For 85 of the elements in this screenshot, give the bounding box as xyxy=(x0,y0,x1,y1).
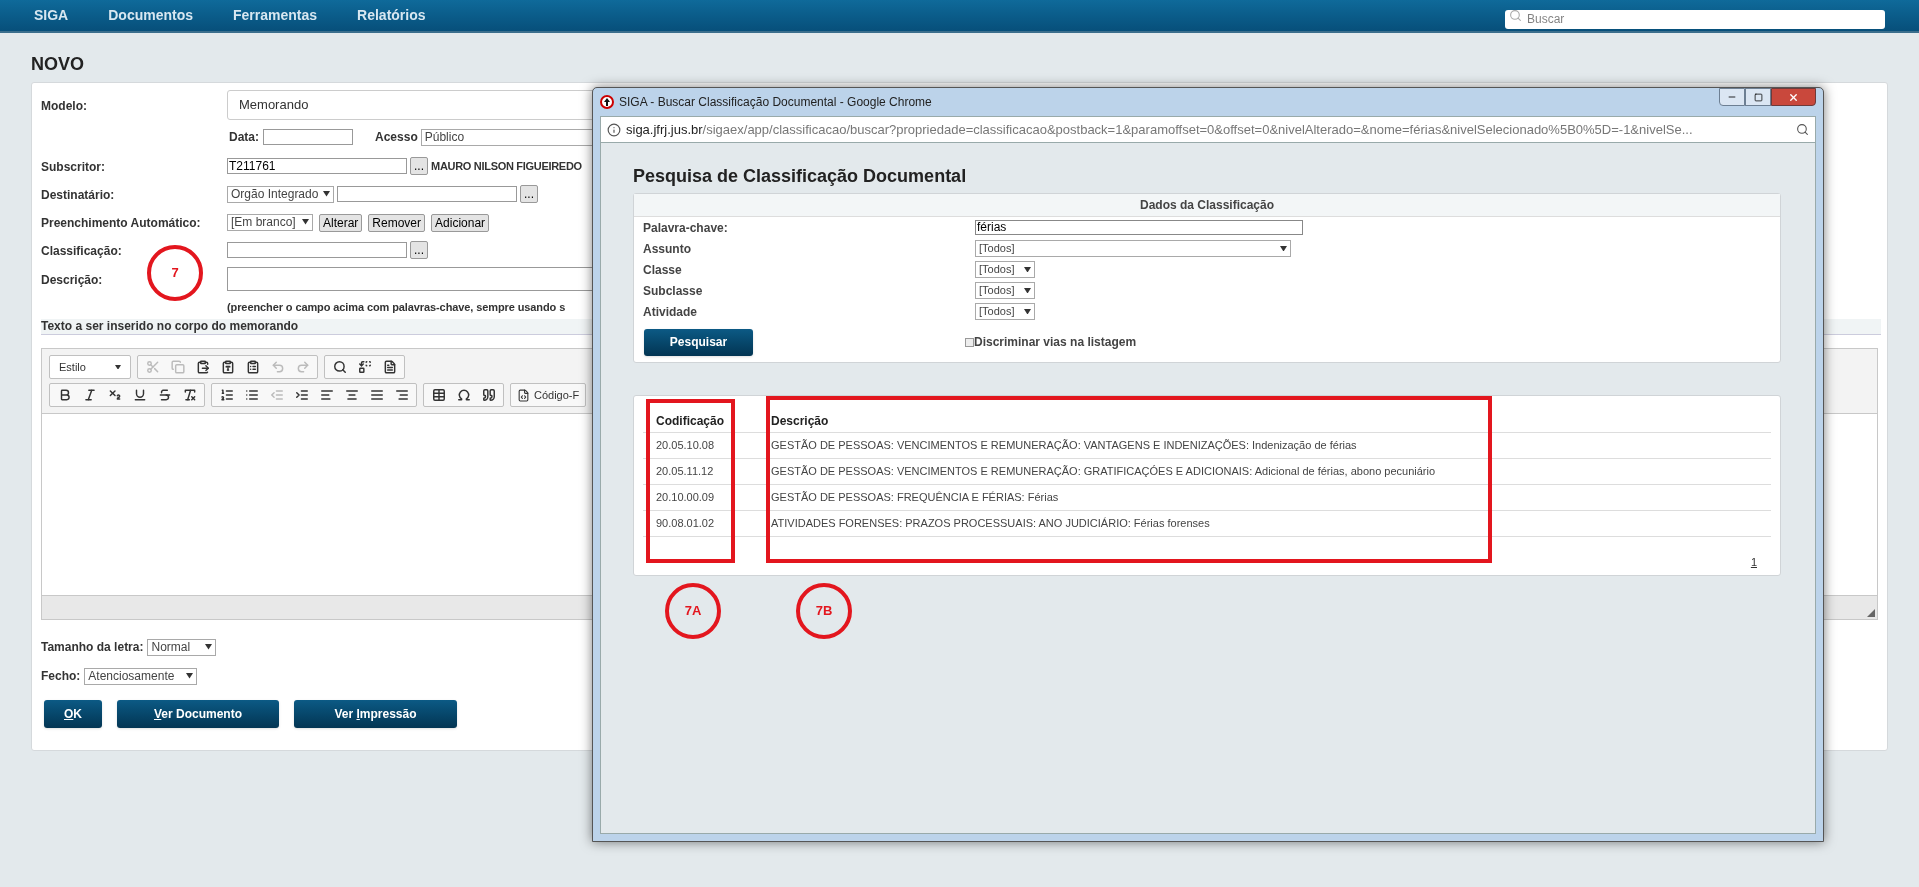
recipient-field[interactable] xyxy=(337,186,517,202)
field-label: Assunto xyxy=(643,240,692,258)
field-label: Tamanho da letra: xyxy=(41,639,144,656)
date-field[interactable] xyxy=(263,129,353,145)
action-button[interactable]: Ver Impressão xyxy=(294,700,457,728)
autofill-button[interactable]: Remover xyxy=(368,214,426,232)
autofill-select[interactable]: [Em branco] xyxy=(227,213,313,231)
field-label: Palavra-chave: xyxy=(643,219,729,237)
field-label: Classe xyxy=(643,261,683,279)
close-icon xyxy=(1788,91,1799,103)
field-label: Classificação: xyxy=(41,244,122,258)
search-icon xyxy=(1509,9,1522,22)
lookup-button[interactable]: ... xyxy=(520,185,538,203)
caret-icon xyxy=(1280,245,1287,252)
caret-icon xyxy=(186,673,194,679)
field-label: Data: xyxy=(229,129,259,146)
field-label: Fecho: xyxy=(41,668,81,685)
action-button[interactable]: OK xyxy=(44,700,102,728)
signer-name: MAURO NILSON FIGUEIREDO xyxy=(431,158,582,174)
classification-field[interactable] xyxy=(227,242,407,258)
minimize-button[interactable] xyxy=(1719,88,1745,106)
code-cell[interactable]: 20.05.11.12 xyxy=(643,458,771,484)
lookup-button[interactable]: ... xyxy=(410,241,428,259)
checkbox[interactable] xyxy=(965,337,974,347)
filter-select[interactable]: [Todos] xyxy=(975,261,1035,278)
field-label: Acesso xyxy=(375,129,418,146)
subject-select[interactable]: [Todos] xyxy=(975,240,1291,257)
column-header: Descrição xyxy=(771,410,1771,432)
code-cell[interactable]: 20.05.10.08 xyxy=(643,432,771,458)
field-label: Descrição: xyxy=(41,273,103,287)
closing-select[interactable]: Atenciosamente xyxy=(84,667,198,685)
description-cell: GESTÃO DE PESSOAS: VENCIMENTOS E REMUNERAÇÃO: VANTAGENS E INDENIZAÇÕES: Indenização de férias xyxy=(771,432,1771,458)
field-label: Subscritor: xyxy=(41,160,105,174)
filter-select[interactable]: [Todos] xyxy=(975,282,1035,299)
app-icon xyxy=(600,95,614,109)
code-cell[interactable]: 90.08.01.02 xyxy=(643,510,771,536)
font-size-select[interactable]: Normal xyxy=(147,638,217,656)
style-select[interactable]: Estilo xyxy=(49,355,131,379)
code-file-icon xyxy=(517,388,530,402)
filter-select[interactable]: [Todos] xyxy=(975,303,1035,320)
close-button[interactable] xyxy=(1771,88,1816,106)
source-button[interactable]: Código-F xyxy=(510,383,587,407)
caret-icon xyxy=(323,191,330,197)
caret-icon xyxy=(1024,287,1031,294)
search-field[interactable]: Buscar xyxy=(1505,9,1885,29)
code-cell[interactable]: 20.10.00.09 xyxy=(643,484,771,510)
lookup-button[interactable]: ... xyxy=(410,157,428,175)
popup-heading: Pesquisa de Classificação Documental xyxy=(633,167,968,185)
page-title: NOVO xyxy=(31,53,85,76)
autofill-button[interactable]: Alterar xyxy=(319,214,363,232)
nav-link[interactable]: SIGA xyxy=(34,5,69,26)
field-label: Destinatário: xyxy=(41,188,115,202)
description-cell: ATIVIDADES FORENSES: PRAZOS PROCESSUAIS: ANO JUDICIÁRIO: Férias forenses xyxy=(771,510,1771,536)
maximize-icon xyxy=(1753,92,1763,102)
caret-icon xyxy=(302,219,309,225)
zoom-icon xyxy=(1796,123,1809,136)
recipient-type-select[interactable]: Orgão Integrado xyxy=(227,185,334,203)
action-button[interactable]: Ver Documento xyxy=(117,700,279,728)
nav-link[interactable]: Documentos xyxy=(108,5,194,26)
caret-icon xyxy=(1024,308,1031,315)
maximize-button[interactable] xyxy=(1745,88,1771,106)
signer-field[interactable]: T211761 xyxy=(227,158,407,174)
field-label: Modelo: xyxy=(41,99,87,113)
window-title: SIGA - Buscar Classificação Documental - Google Chrome xyxy=(619,94,932,111)
description-hint: (preencher o campo acima com palavras-chave, sempre usando s xyxy=(227,301,566,313)
address-bar[interactable]: siga.jfrj.jus.br/sigaex/app/classificacao/buscar?propriedade=classificacao&postback=1&paramoffset=0&offset=0&nivelAlterado=&nome=férias&nivelSelecionado%5B0%5D=-1&nivelSe... xyxy=(600,116,1816,143)
description-cell: GESTÃO DE PESSOAS: FREQUÊNCIA E FÉRIAS: Férias xyxy=(771,484,1771,510)
nav-link[interactable]: Ferramentas xyxy=(233,5,318,26)
field-label: Atividade xyxy=(643,303,698,321)
description-cell: GESTÃO DE PESSOAS: VENCIMENTOS E REMUNERAÇÃO: GRATIFICAÇÓES E ADICIONAIS: Adicional de férias, abono pecuniário xyxy=(771,458,1771,484)
caret-icon xyxy=(205,644,213,650)
resize-handle-icon[interactable] xyxy=(1867,609,1875,617)
field-label: Subclasse xyxy=(643,282,704,300)
keyword-field[interactable]: férias xyxy=(975,220,1303,235)
page-link[interactable]: 1 xyxy=(1750,554,1757,571)
caret-icon xyxy=(115,364,121,370)
search-button[interactable]: Pesquisar xyxy=(644,328,753,356)
caret-icon xyxy=(1024,266,1031,273)
nav-link[interactable]: Relatórios xyxy=(357,5,426,26)
field-label: Preenchimento Automático: xyxy=(41,216,201,230)
info-icon xyxy=(607,122,621,137)
autofill-button[interactable]: Adicionar xyxy=(431,214,490,232)
checkbox-label: Discriminar vias na listagem xyxy=(974,334,1137,351)
column-header: Codificação xyxy=(643,410,771,432)
panel-title: Dados da Classificação xyxy=(634,194,1780,217)
